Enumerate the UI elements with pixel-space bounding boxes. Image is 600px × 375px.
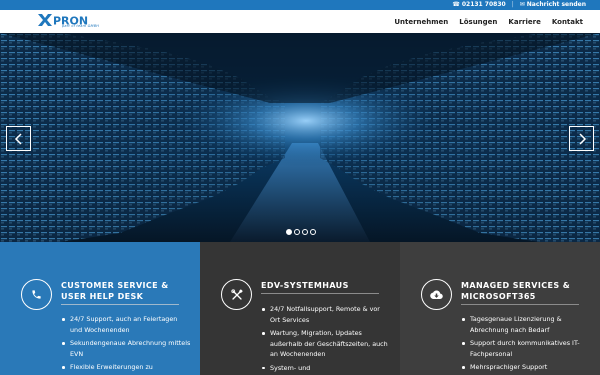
service-title: EDV-SYSTEMHAUS bbox=[261, 281, 349, 290]
list-item: Tagesgenaue Lizenzierung & Abrechnung na… bbox=[461, 314, 591, 335]
nav-kontakt[interactable]: Kontakt bbox=[552, 18, 583, 26]
list-item: 24/7 Notfallsupport, Remote & vor Ort Se… bbox=[261, 304, 391, 325]
nav-loesungen[interactable]: Lösungen bbox=[459, 18, 497, 26]
slider-next-button[interactable] bbox=[569, 126, 594, 151]
chevron-right-icon bbox=[578, 132, 586, 145]
slider-dot[interactable] bbox=[286, 229, 292, 235]
slider-dots bbox=[286, 229, 316, 235]
hero-image bbox=[0, 33, 600, 242]
site-header: PRON part of team GMBH Unternehmen Lösun… bbox=[0, 10, 600, 33]
service-edv-systemhaus: EDV-SYSTEMHAUS 24/7 Notfallsupport, Remo… bbox=[200, 242, 400, 375]
separator: | bbox=[511, 1, 514, 8]
service-customer-service: CUSTOMER SERVICE & USER HELP DESK 24/7 S… bbox=[0, 242, 200, 375]
top-bar: ☎ 02131 70830 | ✉ Nachricht senden bbox=[0, 0, 600, 10]
divider bbox=[261, 293, 379, 294]
mail-icon: ✉ bbox=[519, 1, 525, 8]
list-item: Wartung, Migration, Updates außerhalb de… bbox=[261, 328, 391, 360]
logo-tagline: part of team GMBH bbox=[62, 24, 100, 28]
chevron-left-icon bbox=[14, 132, 22, 145]
list-item: 24/7 Support, auch an Feiertagen und Woc… bbox=[61, 314, 191, 335]
service-list: 24/7 Support, auch an Feiertagen und Woc… bbox=[61, 314, 191, 375]
phone-link[interactable]: ☎ 02131 70830 bbox=[452, 0, 505, 10]
main-nav: Unternehmen Lösungen Karriere Kontakt bbox=[394, 10, 583, 33]
phone-icon: ☎ bbox=[452, 1, 460, 8]
service-icon-circle bbox=[421, 279, 452, 310]
phone-icon bbox=[32, 290, 41, 299]
slider-dot[interactable] bbox=[302, 229, 308, 235]
service-icon-circle bbox=[21, 279, 52, 310]
nav-unternehmen[interactable]: Unternehmen bbox=[394, 18, 448, 26]
cloud-download-icon bbox=[430, 290, 443, 299]
slider-prev-button[interactable] bbox=[6, 126, 31, 151]
message-link[interactable]: ✉ Nachricht senden bbox=[520, 0, 586, 10]
slider-dot[interactable] bbox=[294, 229, 300, 235]
service-title: MANAGED SERVICES & MICROSOFT365 bbox=[461, 281, 571, 301]
list-item: Sekundengenaue Abrechnung mittels EVN bbox=[61, 338, 191, 359]
slider-dot[interactable] bbox=[310, 229, 316, 235]
divider bbox=[461, 304, 579, 305]
service-title: CUSTOMER SERVICE & USER HELP DESK bbox=[61, 281, 169, 301]
service-list: Tagesgenaue Lizenzierung & Abrechnung na… bbox=[461, 314, 591, 375]
nav-karriere[interactable]: Karriere bbox=[508, 18, 540, 26]
tools-icon bbox=[230, 288, 243, 300]
service-icon-circle bbox=[221, 279, 252, 310]
divider bbox=[61, 304, 179, 305]
list-item: System- und bbox=[261, 363, 391, 374]
list-item: Support durch kommunikatives IT-Fachpers… bbox=[461, 338, 591, 359]
list-item: Flexible Erweiterungen zu bbox=[61, 362, 191, 373]
hero-slider bbox=[0, 33, 600, 242]
service-managed-services: MANAGED SERVICES & MICROSOFT365 Tagesgen… bbox=[400, 242, 600, 375]
list-item: Mehrsprachiger Support bbox=[461, 362, 591, 373]
service-list: 24/7 Notfallsupport, Remote & vor Ort Se… bbox=[261, 304, 391, 375]
